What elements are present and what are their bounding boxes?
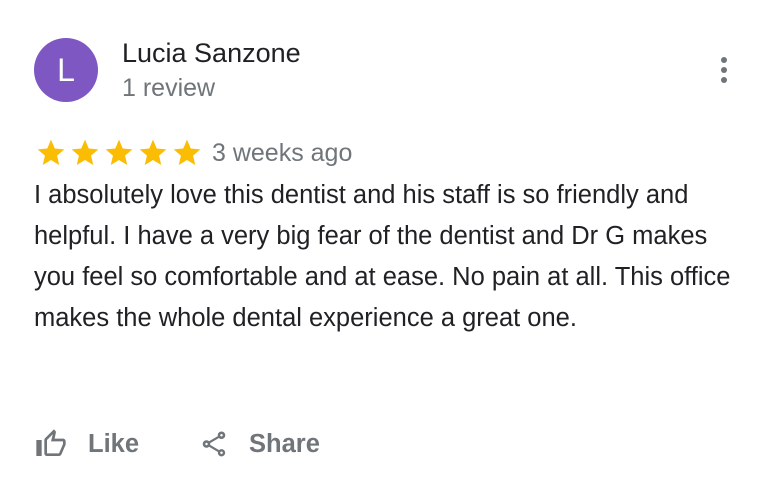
share-button[interactable]: Share bbox=[199, 428, 320, 460]
avatar[interactable]: L bbox=[34, 38, 98, 102]
more-vert-icon-dot bbox=[721, 67, 727, 73]
more-options-button[interactable] bbox=[704, 50, 744, 90]
star-rating bbox=[34, 137, 204, 169]
more-vert-icon-dot bbox=[721, 77, 727, 83]
reviewer-review-count[interactable]: 1 review bbox=[122, 72, 215, 104]
share-icon bbox=[202, 431, 226, 457]
thumbs-up-icon bbox=[36, 429, 66, 456]
like-label: Like bbox=[88, 429, 140, 458]
star-icon bbox=[139, 139, 167, 165]
star-icon bbox=[37, 139, 65, 165]
star-icon bbox=[71, 139, 99, 165]
review-text: I absolutely love this dentist and his s… bbox=[34, 181, 731, 332]
review-date: 3 weeks ago bbox=[212, 139, 353, 167]
star-icon bbox=[105, 139, 133, 165]
star-icon bbox=[173, 139, 201, 165]
reviewer-name[interactable]: Lucia Sanzone bbox=[122, 36, 301, 70]
share-label: Share bbox=[249, 429, 320, 458]
review-card: L Lucia Sanzone 1 review 3 weeks ago I a… bbox=[0, 0, 760, 496]
review-actions: Like Share bbox=[34, 422, 320, 466]
like-button[interactable]: Like bbox=[34, 428, 139, 460]
more-vert-icon-dot bbox=[721, 57, 727, 63]
avatar-initial: L bbox=[57, 51, 75, 88]
rating-row: 3 weeks ago bbox=[34, 135, 352, 171]
